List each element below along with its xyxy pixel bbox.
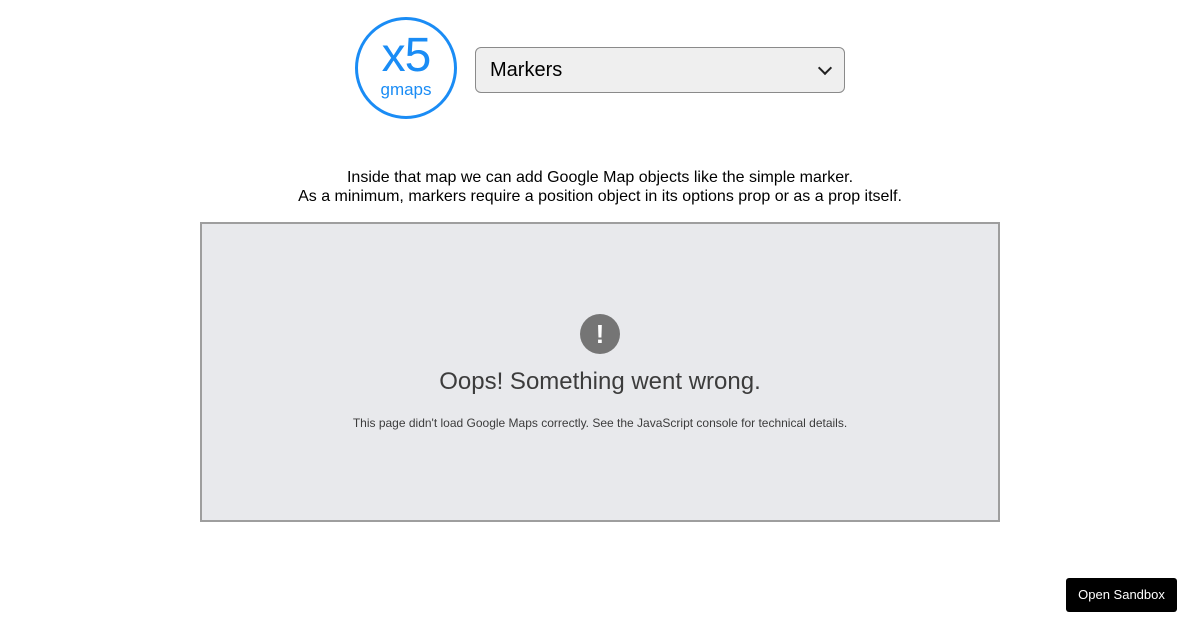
exclamation-icon: ! [580,314,620,354]
example-select[interactable]: Markers [475,47,845,93]
chevron-down-icon [817,60,833,75]
map-container[interactable]: ! Oops! Something went wrong. This page … [200,222,1000,522]
header: x5 gmaps Markers [355,17,845,119]
map-error-title: Oops! Something went wrong. [439,368,761,395]
open-sandbox-button[interactable]: Open Sandbox [1066,578,1177,612]
example-select-value: Markers [490,58,563,81]
description-line-2: As a minimum, markers require a position… [298,188,902,205]
logo-main-text: x5 [381,29,432,82]
description-line-1: Inside that map we can add Google Map ob… [346,169,854,186]
logo-sub-text: gmaps [380,80,432,99]
map-error-detail: This page didn't load Google Maps correc… [352,416,848,430]
x5-gmaps-logo: x5 gmaps [355,17,457,119]
example-description: Inside that map we can add Google Map ob… [0,168,1200,206]
